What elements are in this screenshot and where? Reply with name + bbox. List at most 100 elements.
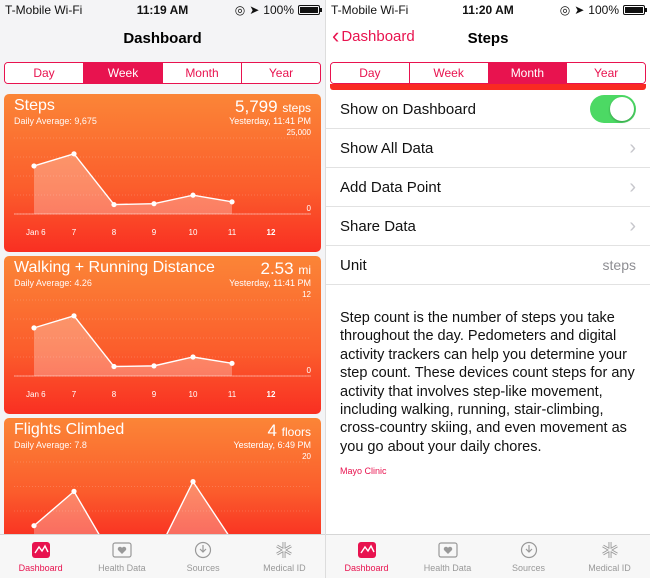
settings-list: Show on Dashboard Show All Data › Add Data … bbox=[326, 90, 650, 285]
battery-percent: 100% bbox=[588, 3, 619, 17]
x-tick-label: 8 bbox=[112, 390, 117, 399]
battery-icon bbox=[298, 5, 322, 15]
dashboard-icon bbox=[356, 541, 378, 561]
y-max-label: 20 bbox=[302, 452, 311, 461]
chart-area bbox=[34, 481, 232, 540]
battery-percent: 100% bbox=[263, 3, 294, 17]
tab-health-data[interactable]: Health Data bbox=[407, 535, 488, 578]
tab-label: Medical ID bbox=[588, 562, 631, 573]
tab-label: Health Data bbox=[423, 562, 472, 573]
data-point bbox=[71, 151, 77, 157]
x-tick-label: 7 bbox=[72, 390, 77, 399]
location-icon: ➤ bbox=[249, 3, 260, 17]
status-bar: T-Mobile Wi-Fi 11:20 AM ◎ ➤ 100% bbox=[326, 0, 650, 20]
data-point bbox=[190, 354, 196, 360]
row-show-all-data[interactable]: Show All Data › bbox=[326, 129, 650, 168]
back-button[interactable]: ‹ Dashboard bbox=[332, 23, 415, 48]
tab-dashboard[interactable]: Dashboard bbox=[326, 535, 407, 578]
x-tick-label: 8 bbox=[112, 228, 117, 237]
back-label: Dashboard bbox=[341, 27, 415, 45]
tab-sources[interactable]: Sources bbox=[488, 535, 569, 578]
x-tick-label: 11 bbox=[228, 390, 237, 399]
x-tick-label: 12 bbox=[267, 228, 276, 237]
segment-year[interactable]: Year bbox=[567, 63, 645, 83]
tab-label: Medical ID bbox=[263, 562, 306, 573]
health-data-icon bbox=[437, 541, 459, 561]
x-tick-label: 10 bbox=[189, 228, 198, 237]
chevron-right-icon: › bbox=[629, 136, 636, 159]
data-point bbox=[71, 313, 77, 319]
nav-bar: ‹ Dashboard Steps bbox=[326, 20, 650, 56]
row-add-data-point[interactable]: Add Data Point › bbox=[326, 168, 650, 207]
row-label: Show on Dashboard bbox=[340, 100, 476, 118]
tab-label: Sources bbox=[511, 562, 546, 573]
card-chart: 12 0 Jan 6 7 8 9 10 11 12 bbox=[14, 290, 312, 399]
dashboard-screen: T-Mobile Wi-Fi 11:19 AM ◎ ➤ 100% Dashboa… bbox=[0, 0, 325, 578]
tab-medical-id[interactable]: Medical ID bbox=[569, 535, 650, 578]
segment-month[interactable]: Month bbox=[163, 63, 242, 83]
health-data-icon bbox=[111, 541, 133, 561]
tab-medical-id[interactable]: Medical ID bbox=[244, 535, 325, 578]
flights-climbed-card[interactable]: Flights Climbed Daily Average: 7.8 4 floor… bbox=[4, 418, 321, 540]
tab-sources[interactable]: Sources bbox=[163, 535, 244, 578]
lock-rotation-icon: ◎ bbox=[234, 3, 246, 17]
tab-health-data[interactable]: Health Data bbox=[81, 535, 162, 578]
source-link[interactable]: Mayo Clinic bbox=[326, 456, 650, 486]
chart-area bbox=[34, 153, 232, 214]
row-unit[interactable]: Unit steps bbox=[326, 246, 650, 285]
chevron-left-icon: ‹ bbox=[332, 23, 340, 48]
row-label: Show All Data bbox=[340, 139, 434, 157]
segment-year[interactable]: Year bbox=[242, 63, 320, 83]
data-point bbox=[151, 201, 157, 207]
data-point bbox=[151, 363, 157, 369]
row-show-on-dashboard[interactable]: Show on Dashboard bbox=[326, 90, 650, 129]
segment-day[interactable]: Day bbox=[5, 63, 84, 83]
x-tick-label: 7 bbox=[72, 228, 77, 237]
x-tick-label: 9 bbox=[152, 390, 157, 399]
tab-label: Dashboard bbox=[18, 562, 63, 573]
carrier-label: T-Mobile Wi-Fi bbox=[5, 3, 83, 17]
tab-dashboard[interactable]: Dashboard bbox=[0, 535, 81, 578]
data-point bbox=[111, 201, 117, 208]
y-min-label: 0 bbox=[307, 366, 312, 375]
data-point bbox=[31, 325, 37, 331]
steps-detail-screen: T-Mobile Wi-Fi 11:20 AM ◎ ➤ 100% ‹ Dashb… bbox=[325, 0, 650, 578]
lock-rotation-icon: ◎ bbox=[559, 3, 571, 17]
x-tick-label: Jan 6 bbox=[26, 228, 46, 237]
row-label: Unit bbox=[340, 256, 367, 274]
y-max-label: 25,000 bbox=[287, 128, 312, 137]
segment-day[interactable]: Day bbox=[331, 63, 410, 83]
chevron-right-icon: › bbox=[629, 175, 636, 198]
show-on-dashboard-toggle[interactable] bbox=[590, 95, 636, 123]
data-point bbox=[190, 192, 196, 198]
carrier-label: T-Mobile Wi-Fi bbox=[331, 3, 409, 17]
card-chart: 25,000 0 Jan 6 7 8 9 10 11 12 bbox=[14, 128, 312, 237]
row-share-data[interactable]: Share Data › bbox=[326, 207, 650, 246]
unit-value: steps bbox=[602, 257, 636, 273]
page-title: Dashboard bbox=[123, 29, 202, 47]
chart-area bbox=[34, 315, 232, 376]
x-tick-label: 11 bbox=[228, 228, 237, 237]
tab-label: Dashboard bbox=[344, 562, 389, 573]
sources-icon bbox=[192, 541, 214, 561]
row-label: Share Data bbox=[340, 217, 416, 235]
data-point bbox=[190, 479, 196, 485]
steps-card[interactable]: Steps Daily Average: 9,675 5,799 steps Yest… bbox=[4, 94, 321, 252]
range-segmented-control: Day Week Month Year bbox=[4, 62, 321, 84]
x-tick-label: 9 bbox=[152, 228, 157, 237]
x-tick-label: 10 bbox=[189, 390, 198, 399]
data-point bbox=[111, 363, 117, 370]
tab-label: Sources bbox=[186, 562, 220, 573]
segment-month[interactable]: Month bbox=[488, 63, 568, 83]
location-icon: ➤ bbox=[574, 3, 585, 17]
segment-week[interactable]: Week bbox=[84, 63, 163, 83]
y-max-label: 12 bbox=[302, 290, 311, 299]
dashboard-icon bbox=[30, 541, 52, 561]
segment-week[interactable]: Week bbox=[409, 63, 489, 83]
walking-running-card[interactable]: Walking + Running Distance Daily Average:… bbox=[4, 256, 321, 414]
y-min-label: 0 bbox=[307, 204, 312, 213]
tab-bar: Dashboard Health Data Sources Medical ID bbox=[326, 534, 650, 578]
page-title: Steps bbox=[467, 29, 509, 47]
status-bar: T-Mobile Wi-Fi 11:19 AM ◎ ➤ 100% bbox=[0, 0, 325, 20]
data-point bbox=[229, 199, 235, 205]
